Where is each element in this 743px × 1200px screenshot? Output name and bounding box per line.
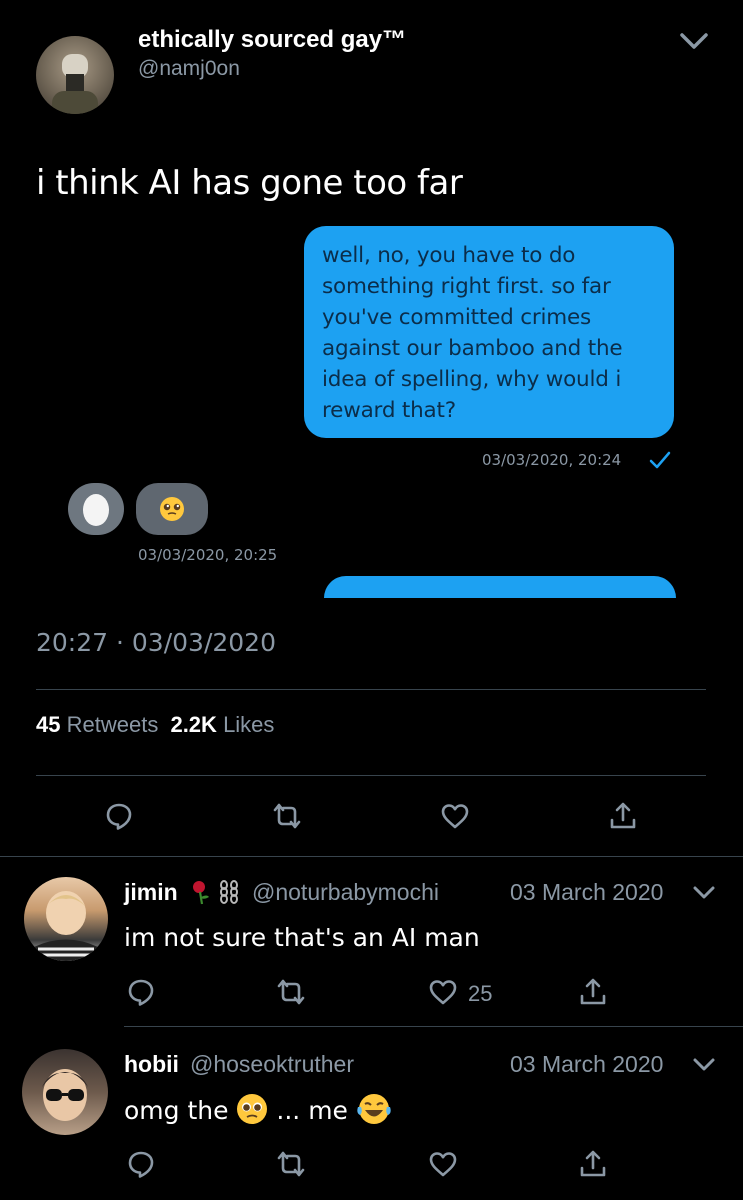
- like-icon[interactable]: [428, 977, 458, 1007]
- tears-of-joy-icon: [356, 1093, 392, 1125]
- reply-icon[interactable]: [126, 977, 156, 1007]
- author-avatar[interactable]: [36, 36, 114, 114]
- reply-author-handle[interactable]: @hoseoktruther: [190, 1051, 354, 1078]
- like-icon[interactable]: [428, 1149, 458, 1179]
- retweet-icon[interactable]: [276, 1149, 306, 1179]
- reply[interactable]: hobii @hoseoktruther 03 March 2020 omg t…: [0, 1027, 743, 1200]
- reply-like-count: 25: [468, 981, 493, 1006]
- share-icon[interactable]: [608, 801, 638, 831]
- reply-author-name[interactable]: jimin: [124, 879, 178, 906]
- reply-date[interactable]: 03 March 2020: [510, 1051, 663, 1078]
- like-icon[interactable]: [440, 801, 470, 831]
- reply[interactable]: jimin @noturbabymochi 03 March 2020 im n…: [0, 857, 743, 1025]
- share-icon[interactable]: [578, 1149, 608, 1179]
- retweets-stat[interactable]: 45 Retweets: [36, 712, 164, 737]
- reply-author-name[interactable]: hobii: [124, 1051, 179, 1078]
- chevron-down-icon[interactable]: [676, 26, 712, 56]
- partial-message-bubble: [324, 576, 676, 598]
- sent-message-bubble: well, no, you have to do something right…: [304, 226, 674, 438]
- reply-text: im not sure that's an AI man: [124, 923, 480, 952]
- reply-icon[interactable]: [126, 1149, 156, 1179]
- sent-message-text: well, no, you have to do something right…: [322, 243, 623, 423]
- retweet-icon[interactable]: [272, 801, 302, 831]
- pleading-face-icon: [236, 1093, 268, 1125]
- read-check-icon: [648, 450, 672, 470]
- retweet-icon[interactable]: [276, 977, 306, 1007]
- tweet-timestamp: 20:27 · 03/03/2020: [36, 628, 276, 657]
- chains-icon: [218, 879, 240, 905]
- divider: [36, 775, 706, 776]
- likes-stat[interactable]: 2.2K Likes: [170, 712, 274, 737]
- received-timestamp: 03/03/2020, 20:25: [138, 546, 278, 564]
- share-icon[interactable]: [578, 977, 608, 1007]
- rose-icon: [188, 879, 212, 905]
- tweet-stats: 45 Retweets 2.2K Likes: [36, 712, 274, 738]
- reply-date[interactable]: 03 March 2020: [510, 879, 663, 906]
- dm-screenshot[interactable]: well, no, you have to do something right…: [36, 220, 706, 598]
- reply-avatar[interactable]: [24, 877, 108, 961]
- pleading-emoji-bubble: [136, 483, 208, 535]
- reply-author-handle[interactable]: @noturbabymochi: [252, 879, 439, 906]
- egg-emoji-bubble: [68, 483, 124, 535]
- divider: [36, 689, 706, 690]
- sent-timestamp: 03/03/2020, 20:24: [482, 451, 622, 469]
- chevron-down-icon[interactable]: [690, 881, 718, 905]
- chevron-down-icon[interactable]: [690, 1053, 718, 1077]
- reply-avatar[interactable]: [22, 1049, 108, 1135]
- reply-icon[interactable]: [104, 801, 134, 831]
- reply-text: omg the ... me: [124, 1093, 392, 1125]
- tweet-text: i think AI has gone too far: [36, 163, 463, 203]
- author-handle[interactable]: @namj0on: [138, 57, 240, 81]
- author-display-name[interactable]: ethically sourced gay™: [138, 26, 406, 54]
